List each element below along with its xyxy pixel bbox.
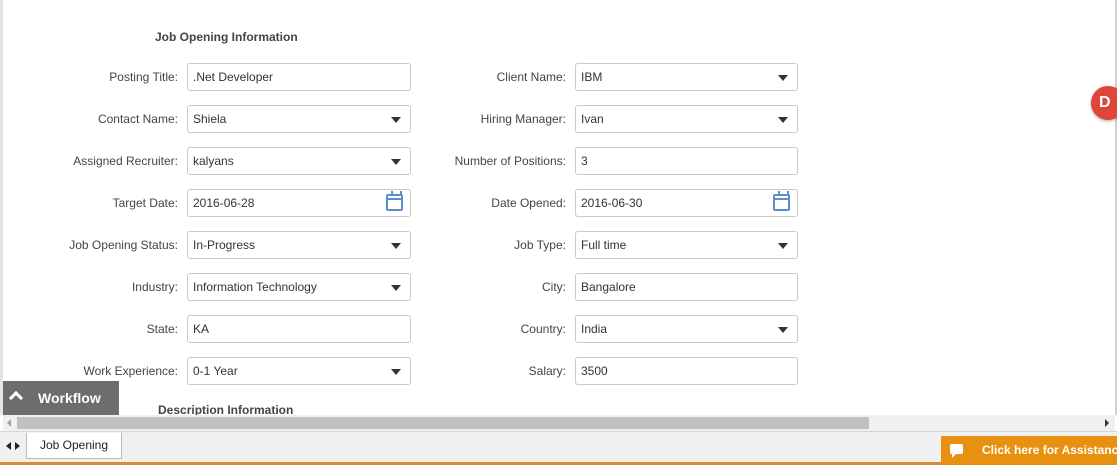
chevron-down-icon[interactable] (778, 117, 788, 123)
posting-title-label: Posting Title: (109, 70, 178, 84)
client-name-value: IBM (581, 70, 603, 84)
work-experience-select[interactable]: 0-1 Year (187, 357, 411, 385)
scrollbar-thumb[interactable] (17, 417, 869, 429)
calendar-icon[interactable] (386, 191, 403, 211)
scroll-left-icon[interactable] (7, 419, 11, 427)
date-opened-date-field[interactable]: 2016-06-30 (575, 189, 798, 217)
date-opened-value: 2016-06-30 (581, 196, 643, 210)
job-type-label: Job Type: (514, 238, 566, 252)
assigned-recruiter-value: kalyans (193, 154, 234, 168)
country-value: India (581, 322, 608, 336)
calendar-icon[interactable] (773, 191, 790, 211)
salary-label: Salary: (528, 364, 566, 378)
workflow-label: Workflow (38, 390, 101, 406)
assistance-label: Click here for Assistance (982, 443, 1117, 457)
contact-name-select[interactable]: Shiela (187, 105, 411, 133)
number-of-positions-label: Number of Positions: (454, 154, 566, 168)
contact-name-value: Shiela (193, 112, 227, 126)
number-of-positions-value: 3 (581, 154, 588, 168)
salary-value: 3500 (581, 364, 608, 378)
hiring-manager-select[interactable]: Ivan (575, 105, 798, 133)
industry-select[interactable]: Information Technology (187, 273, 411, 301)
posting-title-value: .Net Developer (193, 70, 274, 84)
scroll-right-icon[interactable] (1105, 419, 1109, 427)
industry-label: Industry: (131, 280, 178, 294)
assigned-recruiter-select[interactable]: kalyans (187, 147, 411, 175)
hiring-manager-label: Hiring Manager: (480, 112, 566, 126)
city-value: Bangalore (581, 280, 636, 294)
target-date-value: 2016-06-28 (193, 196, 255, 210)
tab-next-icon[interactable] (15, 442, 20, 450)
state-value: KA (193, 322, 210, 336)
industry-value: Information Technology (193, 280, 317, 294)
chevron-down-icon[interactable] (391, 369, 401, 375)
salary-field[interactable]: 3500 (575, 357, 798, 385)
assistance-button[interactable]: Click here for Assistance (941, 436, 1117, 465)
workflow-toggle-button[interactable]: Workflow (3, 381, 119, 415)
chevron-down-icon[interactable] (778, 75, 788, 81)
work-experience-value: 0-1 Year (193, 364, 238, 378)
date-opened-label: Date Opened: (491, 196, 566, 210)
chevron-down-icon[interactable] (391, 285, 401, 291)
client-name-label: Client Name: (496, 70, 566, 84)
chevron-down-icon[interactable] (391, 243, 401, 249)
horizontal-scrollbar[interactable] (3, 415, 1115, 431)
state-label: State: (146, 322, 178, 336)
section-title: Job Opening Information (155, 30, 298, 44)
chevron-down-icon[interactable] (391, 159, 401, 165)
work-experience-label: Work Experience: (83, 364, 178, 378)
city-field[interactable]: Bangalore (575, 273, 798, 301)
target-date-label: Target Date: (112, 196, 178, 210)
job-type-select[interactable]: Full time (575, 231, 798, 259)
chevron-down-icon[interactable] (778, 243, 788, 249)
target-date-date-field[interactable]: 2016-06-28 (187, 189, 411, 217)
job-opening-status-label: Job Opening Status: (69, 238, 178, 252)
chevron-down-icon[interactable] (391, 117, 401, 123)
number-of-positions-field[interactable]: 3 (575, 147, 798, 175)
city-label: City: (542, 280, 566, 294)
chevron-down-icon[interactable] (778, 327, 788, 333)
chat-icon (950, 444, 963, 458)
tab-job-opening[interactable]: Job Opening (26, 433, 122, 459)
job-opening-status-select[interactable]: In-Progress (187, 231, 411, 259)
state-field[interactable]: KA (187, 315, 411, 343)
assigned-recruiter-label: Assigned Recruiter: (73, 154, 178, 168)
country-label: Country: (520, 322, 566, 336)
job-opening-status-value: In-Progress (193, 238, 256, 252)
client-name-select[interactable]: IBM (575, 63, 798, 91)
tab-prev-icon[interactable] (6, 442, 11, 450)
country-select[interactable]: India (575, 315, 798, 343)
contact-name-label: Contact Name: (97, 112, 178, 126)
posting-title-field[interactable]: .Net Developer (187, 63, 411, 91)
chevron-up-icon (8, 390, 24, 406)
hiring-manager-value: Ivan (581, 112, 604, 126)
floating-action-button[interactable]: D (1091, 86, 1117, 120)
job-type-value: Full time (581, 238, 627, 252)
